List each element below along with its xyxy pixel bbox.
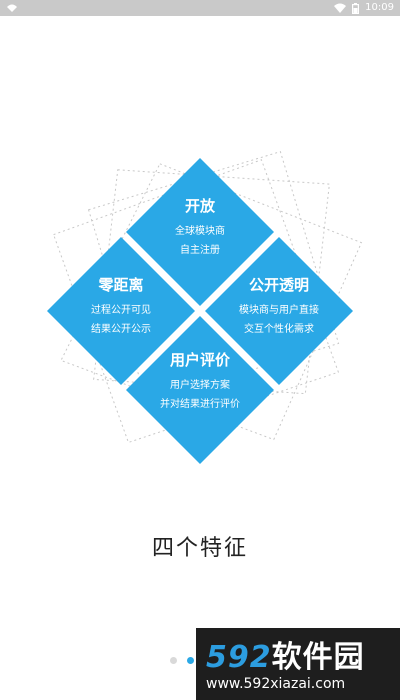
watermark-logo: 592软件园 www.592xiazai.com [196,628,400,700]
tile-bottom-text: 用户评价 用户选择方案 并对结果进行评价 [140,350,260,414]
tile-line: 过程公开可见 [91,305,151,316]
tile-title: 用户评价 [169,351,230,369]
tile-title: 公开透明 [248,276,309,294]
tile-line: 用户选择方案 [170,380,230,391]
tile-top-text: 开放 全球模块商 自主注册 [140,196,260,260]
watermark-brand-text: 软件园 [271,640,365,675]
tile-description: 模块商与用户直接 交互个性化需求 [219,301,339,339]
tile-line: 并对结果进行评价 [160,399,240,410]
page-title: 四个特征 [151,536,248,561]
tile-description: 过程公开可见 结果公开公示 [61,301,181,339]
tile-line: 交互个性化需求 [244,324,314,335]
watermark-url: www.592xiazai.com [206,676,346,692]
tile-right-text: 公开透明 模块商与用户直接 交互个性化需求 [219,275,339,339]
tile-description: 全球模块商 自主注册 [140,222,260,260]
watermark-brand-number: 592 [206,640,272,675]
tile-title: 零距离 [98,276,144,294]
pager-dot-active[interactable] [187,657,194,664]
tile-line: 全球模块商 [175,226,225,237]
tile-description: 用户选择方案 并对结果进行评价 [140,376,260,414]
tile-line: 自主注册 [180,245,220,256]
watermark-brand: 592软件园 [206,632,365,676]
tile-line: 结果公开公示 [91,324,151,335]
tile-title: 开放 [184,197,215,215]
pager-dot[interactable] [170,657,177,664]
tile-line: 模块商与用户直接 [239,305,319,316]
tile-left-text: 零距离 过程公开可见 结果公开公示 [61,275,181,339]
